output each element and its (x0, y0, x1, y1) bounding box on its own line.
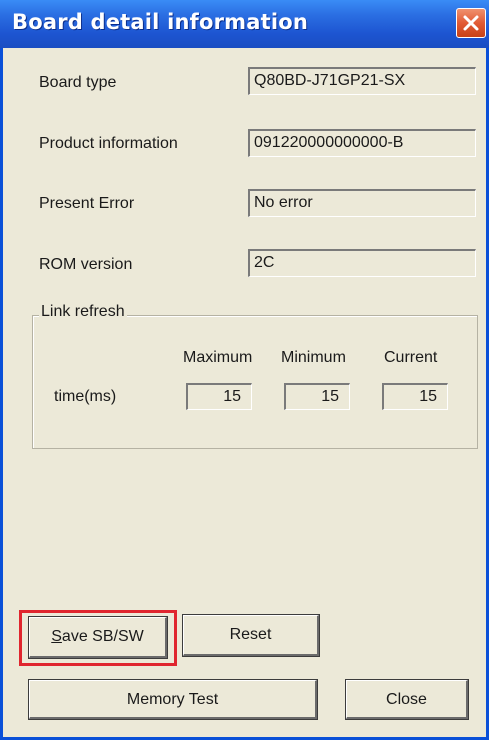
rom-version-label: ROM version (39, 256, 133, 273)
link-refresh-title: Link refresh (39, 303, 127, 321)
present-error-field: No error (248, 189, 476, 217)
close-button[interactable]: Close (346, 680, 468, 719)
time-ms-label: time(ms) (54, 388, 117, 405)
rom-version-field: 2C (248, 249, 476, 277)
reset-button[interactable]: Reset (183, 615, 319, 656)
maximum-value: 15 (186, 383, 252, 410)
product-info-field: 091220000000000-B (248, 129, 476, 157)
window-title: Board detail information (12, 10, 309, 34)
board-type-label: Board type (39, 74, 117, 91)
save-button-label: ave SB/SW (61, 628, 144, 645)
current-value: 15 (382, 383, 448, 410)
current-header: Current (384, 349, 438, 366)
window-close-button[interactable] (456, 8, 486, 38)
title-bar[interactable]: Board detail information (0, 0, 489, 48)
close-x-icon (463, 15, 479, 31)
save-button-accel: S (51, 628, 62, 645)
link-refresh-group (32, 315, 478, 449)
minimum-value: 15 (284, 383, 350, 410)
save-sb-sw-button[interactable]: Save SB/SW (29, 617, 167, 658)
maximum-header: Maximum (183, 349, 253, 366)
minimum-header: Minimum (281, 349, 346, 366)
memory-test-button[interactable]: Memory Test (29, 680, 317, 719)
board-type-field: Q80BD-J71GP21-SX (248, 67, 476, 95)
present-error-label: Present Error (39, 195, 135, 212)
product-info-label: Product information (39, 135, 178, 152)
